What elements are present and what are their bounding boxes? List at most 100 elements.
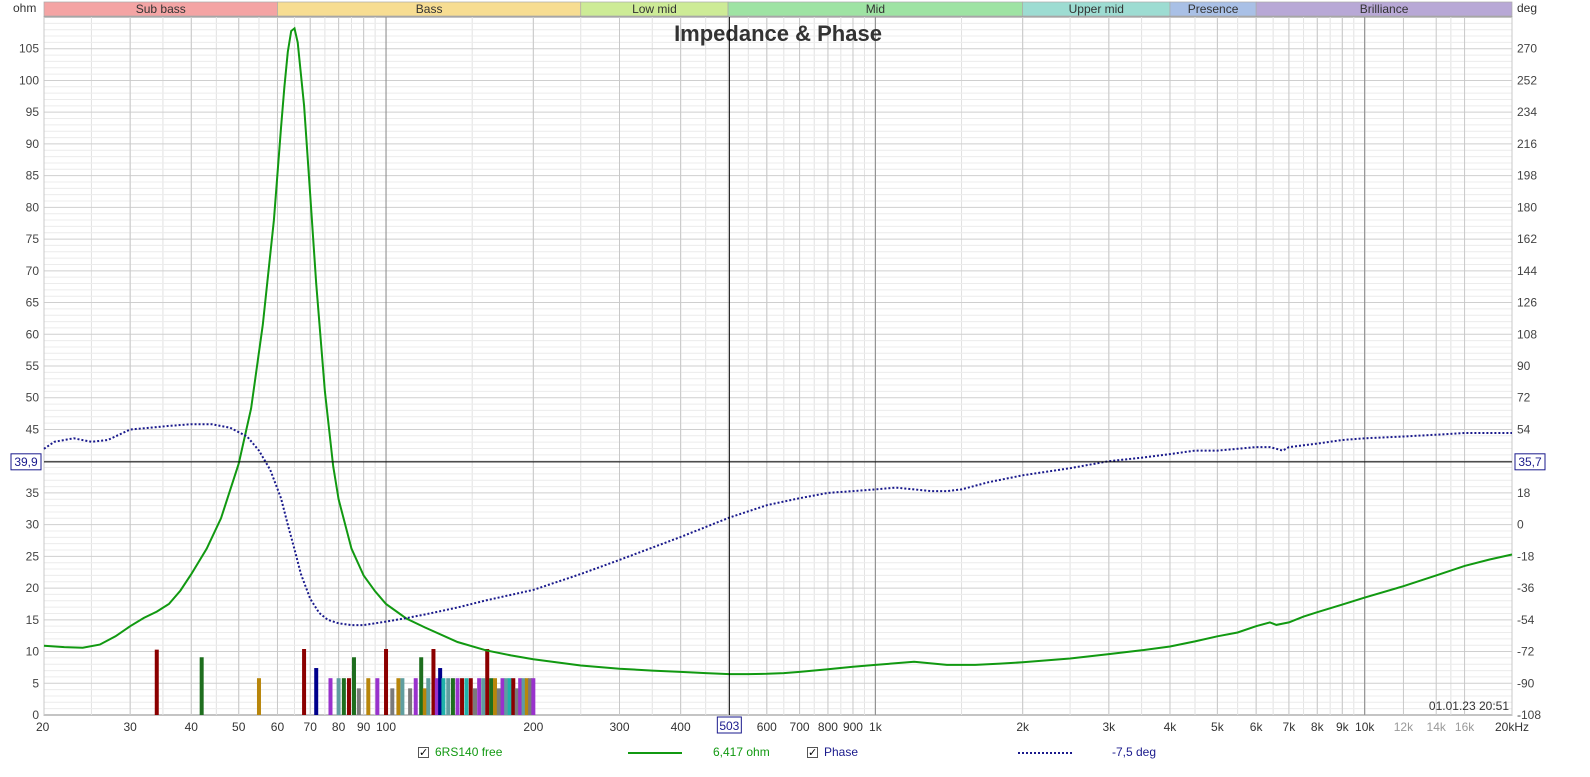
x-tick: 4k (1164, 720, 1178, 734)
y-right-tick: -72 (1517, 645, 1535, 659)
x-tick: 50 (232, 720, 246, 734)
y-left-tick: 60 (26, 327, 40, 341)
y-right-tick: 216 (1517, 137, 1537, 151)
y-right-tick: 180 (1517, 200, 1537, 214)
bar (336, 678, 341, 715)
y-left-tick: 70 (26, 264, 40, 278)
series2-value: -7,5 deg (1112, 745, 1157, 759)
y-right-tick: 144 (1517, 264, 1537, 278)
y-right-tick: 0 (1517, 518, 1524, 532)
y-right-tick: 252 (1517, 73, 1537, 87)
legend-value-6rs140: 6,417 ohm (713, 743, 770, 761)
y-right-tick: -90 (1517, 676, 1535, 690)
bar (390, 688, 395, 715)
y-right-tick: -36 (1517, 581, 1535, 595)
timestamp: 01.01.23 20:51 (1429, 699, 1509, 713)
band-label: Bass (416, 2, 443, 16)
y-right-tick: 90 (1517, 359, 1531, 373)
y-left-tick: 55 (26, 359, 40, 373)
x-tick: 14k (1427, 720, 1447, 734)
y-left-tick: 75 (26, 232, 40, 246)
y-right-tick: 126 (1517, 296, 1537, 310)
bar (154, 649, 159, 715)
y-right-tick: 162 (1517, 232, 1537, 246)
bar (413, 678, 418, 715)
y-right-tick: 198 (1517, 169, 1537, 183)
bar (366, 678, 371, 715)
x-tick: 2k (1016, 720, 1030, 734)
bar (419, 657, 424, 715)
cursor-x-label: 503 (719, 719, 739, 733)
bar (481, 678, 486, 715)
bar (422, 688, 427, 715)
series1-line-swatch (628, 752, 682, 754)
x-tick: 300 (609, 720, 629, 734)
y-left-tick: 10 (26, 645, 40, 659)
bar (455, 678, 460, 715)
x-tick: 100 (376, 720, 396, 734)
cursor-left-label: 39,9 (14, 455, 38, 469)
x-tick: 400 (671, 720, 691, 734)
bar (489, 678, 494, 715)
series1-label: 6RS140 free (435, 745, 503, 759)
bar (500, 678, 505, 715)
chart-svg[interactable]: Sub bass Bass Low mid Mid Upper mid Presence B… (0, 0, 1590, 777)
series1-value: 6,417 ohm (713, 745, 770, 759)
bar (256, 678, 261, 715)
bar (400, 678, 405, 715)
y-left-tick: 95 (26, 105, 40, 119)
bar (199, 657, 204, 715)
bar (356, 688, 361, 715)
bar (441, 678, 446, 715)
x-tick: 800 (818, 720, 838, 734)
cursor-right-label: 35,7 (1518, 455, 1542, 469)
series2-label: Phase (824, 745, 859, 759)
left-unit-label: ohm (13, 1, 36, 15)
y-left-tick: 85 (26, 169, 40, 183)
legend-value-phase: -7,5 deg (1112, 743, 1156, 761)
y-left-tick: 50 (26, 391, 40, 405)
x-tick: 8k (1311, 720, 1325, 734)
bar (496, 688, 501, 715)
band-label: Upper mid (1069, 2, 1124, 16)
y-right-tick: 18 (1517, 486, 1531, 500)
y-right-tick: 72 (1517, 391, 1531, 405)
y-left-tick: 25 (26, 549, 40, 563)
bar (507, 678, 512, 715)
y-left-tick: 45 (26, 422, 40, 436)
y-left-tick: 105 (19, 42, 39, 56)
bar (460, 678, 465, 715)
bar (468, 678, 473, 715)
x-tick: 30 (123, 720, 137, 734)
x-tick: 20kHz (1495, 720, 1529, 734)
bar (446, 678, 451, 715)
y-left-tick: 90 (26, 137, 40, 151)
series1-checkbox[interactable]: ✓ (418, 746, 429, 758)
bar (375, 678, 380, 715)
y-left-tick: 20 (26, 581, 40, 595)
y-left-tick: 30 (26, 518, 40, 532)
y-right-tick: -54 (1517, 613, 1535, 627)
x-tick: 600 (757, 720, 777, 734)
x-tick: 9k (1336, 720, 1350, 734)
x-tick: 900 (843, 720, 863, 734)
series2-line-swatch (1018, 752, 1072, 754)
chart-title: Impedance & Phase (674, 21, 882, 46)
x-tick: 20 (36, 720, 50, 734)
x-tick: 70 (304, 720, 318, 734)
legend-item-6rs140[interactable]: ✓ 6RS140 free (418, 743, 502, 761)
x-tick: 5k (1211, 720, 1225, 734)
bar (341, 678, 346, 715)
x-tick: 16k (1455, 720, 1475, 734)
bar (473, 688, 478, 715)
bar (384, 649, 389, 715)
bar (302, 649, 307, 715)
x-tick: 60 (271, 720, 285, 734)
series2-checkbox[interactable]: ✓ (807, 746, 818, 758)
legend-item-phase[interactable]: ✓ Phase (807, 743, 858, 761)
band-label: Presence (1188, 2, 1239, 16)
y-right-tick: 270 (1517, 42, 1537, 56)
x-tick: 40 (185, 720, 199, 734)
y-right-tick: 108 (1517, 327, 1537, 341)
x-tick: 12k (1394, 720, 1414, 734)
